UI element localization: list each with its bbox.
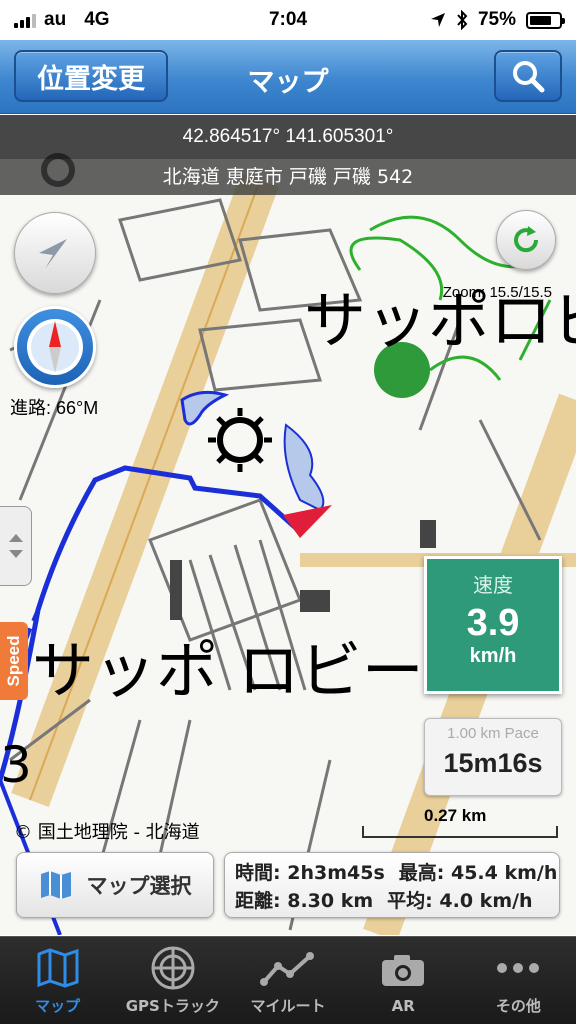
- zoom-readout: Zoom: 15.5/15.5: [442, 284, 552, 301]
- coordinates-bar: 42.864517° 141.605301°: [0, 115, 576, 159]
- map-select-label: マップ選択: [86, 874, 192, 898]
- tab-label: GPSトラック: [125, 997, 220, 1015]
- time-value: 2h3m45s: [287, 862, 385, 884]
- bluetooth-icon: [457, 10, 468, 30]
- distance-label: 距離:: [235, 890, 281, 912]
- time-label: 時間:: [235, 862, 281, 884]
- speed-tab-label: Speed: [4, 635, 23, 687]
- battery-icon: [526, 11, 565, 29]
- map-label-bottom: サッポ ロビー: [32, 634, 424, 707]
- speed-label: 速度: [473, 573, 513, 597]
- tab-bar: マップ GPSトラック マイルート AR その他: [0, 936, 576, 1024]
- locate-button[interactable]: [14, 212, 96, 294]
- pace-label: 1.00 km Pace: [447, 725, 539, 742]
- scale-bar: [362, 826, 558, 838]
- nav-bar: 位置変更 マップ: [0, 40, 576, 114]
- pace-card: 1.00 km Pace 15m16s: [424, 718, 562, 796]
- speed-unit: km/h: [469, 645, 517, 667]
- chevron-down-icon: [8, 550, 23, 558]
- search-icon: [513, 61, 545, 93]
- heading-readout: 進路: 66°M: [10, 398, 99, 418]
- camera-icon: [382, 954, 425, 986]
- more-icon: [497, 963, 540, 973]
- avg-speed-value: 4.0 km/h: [439, 890, 533, 912]
- map-icon: [37, 948, 79, 988]
- tab-gps-track[interactable]: GPSトラック: [115, 937, 230, 1024]
- side-panel-handle[interactable]: [0, 506, 32, 586]
- radar-icon: [151, 946, 195, 990]
- speed-tab[interactable]: Speed: [0, 622, 28, 700]
- compass-button[interactable]: [14, 306, 96, 388]
- scale-label: 0.27 km: [424, 806, 487, 825]
- address-bar: 北海道 恵庭市 戸磯 戸磯 542: [0, 159, 576, 195]
- tab-label: その他: [495, 997, 541, 1015]
- tab-my-route[interactable]: マイルート: [230, 937, 345, 1024]
- speed-value: 3.9: [466, 602, 520, 644]
- map-label-number: 3: [0, 736, 32, 794]
- status-bar: au 4G 7:04 75%: [0, 0, 576, 40]
- speed-card: 速度 3.9 km/h: [424, 556, 562, 694]
- tab-ar[interactable]: AR: [346, 937, 461, 1024]
- tab-label: AR: [391, 996, 415, 1015]
- stats-panel: 時間: 2h3m45s 最高: 45.4 km/h 距離: 8.30 km 平均…: [224, 852, 560, 918]
- tab-label: マップ: [35, 997, 81, 1015]
- pace-value: 15m16s: [443, 748, 543, 778]
- max-speed-value: 45.4 km/h: [450, 862, 558, 884]
- distance-value: 8.30 km: [287, 890, 374, 912]
- refresh-button[interactable]: [496, 210, 556, 270]
- avg-speed-label: 平均:: [387, 890, 433, 912]
- tab-map[interactable]: マップ: [0, 937, 115, 1024]
- compass-icon: [27, 319, 83, 375]
- chevron-up-icon: [8, 534, 23, 542]
- route-icon: [260, 952, 314, 986]
- search-button[interactable]: [494, 50, 562, 102]
- location-arrow-icon: [39, 239, 67, 269]
- refresh-icon: [514, 226, 539, 253]
- max-speed-label: 最高:: [398, 862, 445, 884]
- map-icon: [40, 871, 71, 899]
- map-select-button[interactable]: マップ選択: [16, 852, 214, 918]
- tab-more[interactable]: その他: [461, 937, 576, 1024]
- tab-label: マイルート: [250, 997, 326, 1015]
- location-arrow-icon: [430, 13, 445, 27]
- page-title: マップ: [247, 67, 329, 98]
- battery-percent: 75%: [477, 9, 516, 30]
- copyright-text: © 国土地理院 - 北海道: [14, 822, 200, 843]
